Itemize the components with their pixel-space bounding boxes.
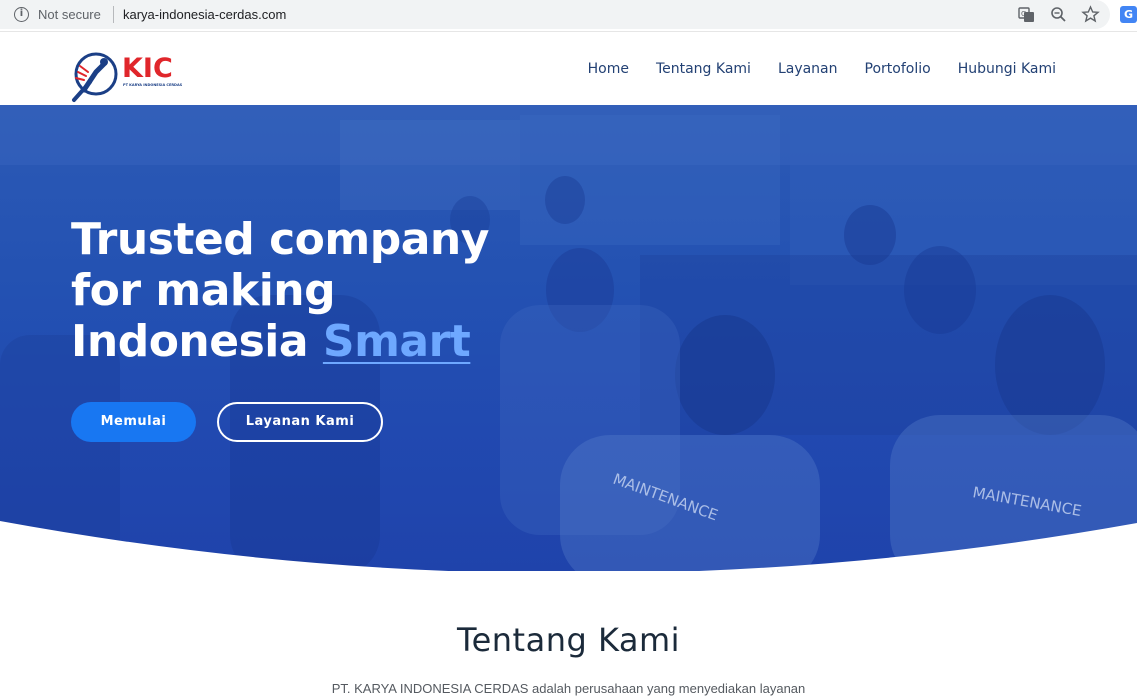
address-divider <box>113 6 114 23</box>
hero-heading-line-3: Indonesia <box>71 316 323 367</box>
hero-heading-line-1: Trusted company <box>71 214 489 265</box>
browser-toolbar: i Not secure karya-indonesia-cerdas.com … <box>0 0 1137 31</box>
translate-icon[interactable]: G <box>1017 5 1036 24</box>
url-text[interactable]: karya-indonesia-cerdas.com <box>123 7 286 22</box>
get-started-button[interactable]: Memulai <box>71 402 196 442</box>
our-services-button[interactable]: Layanan Kami <box>217 402 383 442</box>
zoom-icon[interactable] <box>1049 5 1068 24</box>
company-logo[interactable]: KIC PT KARYA INDONESIA CERDAS <box>70 50 182 104</box>
info-icon[interactable]: i <box>14 7 29 22</box>
hero-heading: Trusted company for making Indonesia Sma… <box>71 214 571 367</box>
logo-subtext: PT KARYA INDONESIA CERDAS <box>123 83 183 87</box>
nav-link-hubungi-kami[interactable]: Hubungi Kami <box>958 61 1056 77</box>
site-header: KIC PT KARYA INDONESIA CERDAS Home Tenta… <box>0 31 1137 105</box>
logo-emblem-icon <box>72 52 118 102</box>
nav-link-layanan[interactable]: Layanan <box>778 61 838 77</box>
security-label[interactable]: Not secure <box>38 7 101 22</box>
main-menu: Home Tentang Kami Layanan Portofolio Hub… <box>588 32 1056 106</box>
logo-text: KIC <box>122 53 173 84</box>
about-section-text: PT. KARYA INDONESIA CERDAS adalah perusa… <box>331 681 806 696</box>
svg-text:G: G <box>1021 10 1026 18</box>
extension-icon[interactable]: G <box>1120 6 1137 23</box>
nav-link-tentang-kami[interactable]: Tentang Kami <box>656 61 751 77</box>
star-icon[interactable] <box>1081 5 1100 24</box>
about-section-title: Tentang Kami <box>456 621 681 659</box>
nav-link-portofolio[interactable]: Portofolio <box>865 61 931 77</box>
hero-heading-line-2: for making <box>71 265 336 316</box>
nav-link-home[interactable]: Home <box>588 61 629 77</box>
address-bar[interactable]: i Not secure karya-indonesia-cerdas.com … <box>0 0 1110 29</box>
hero-section: MAINTENANCE MAINTENANCE Trusted company … <box>0 105 1137 571</box>
hero-heading-accent: Smart <box>322 316 471 367</box>
